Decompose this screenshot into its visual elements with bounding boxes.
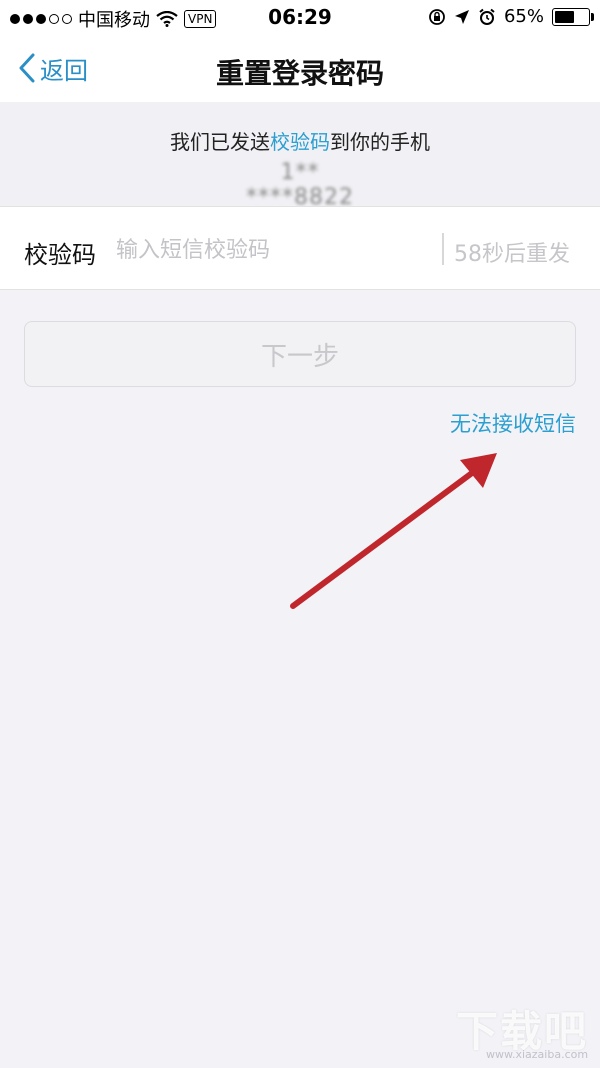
watermark-url: www.xiazaiba.com: [486, 1048, 589, 1061]
annotation-arrow-icon: [290, 453, 497, 609]
